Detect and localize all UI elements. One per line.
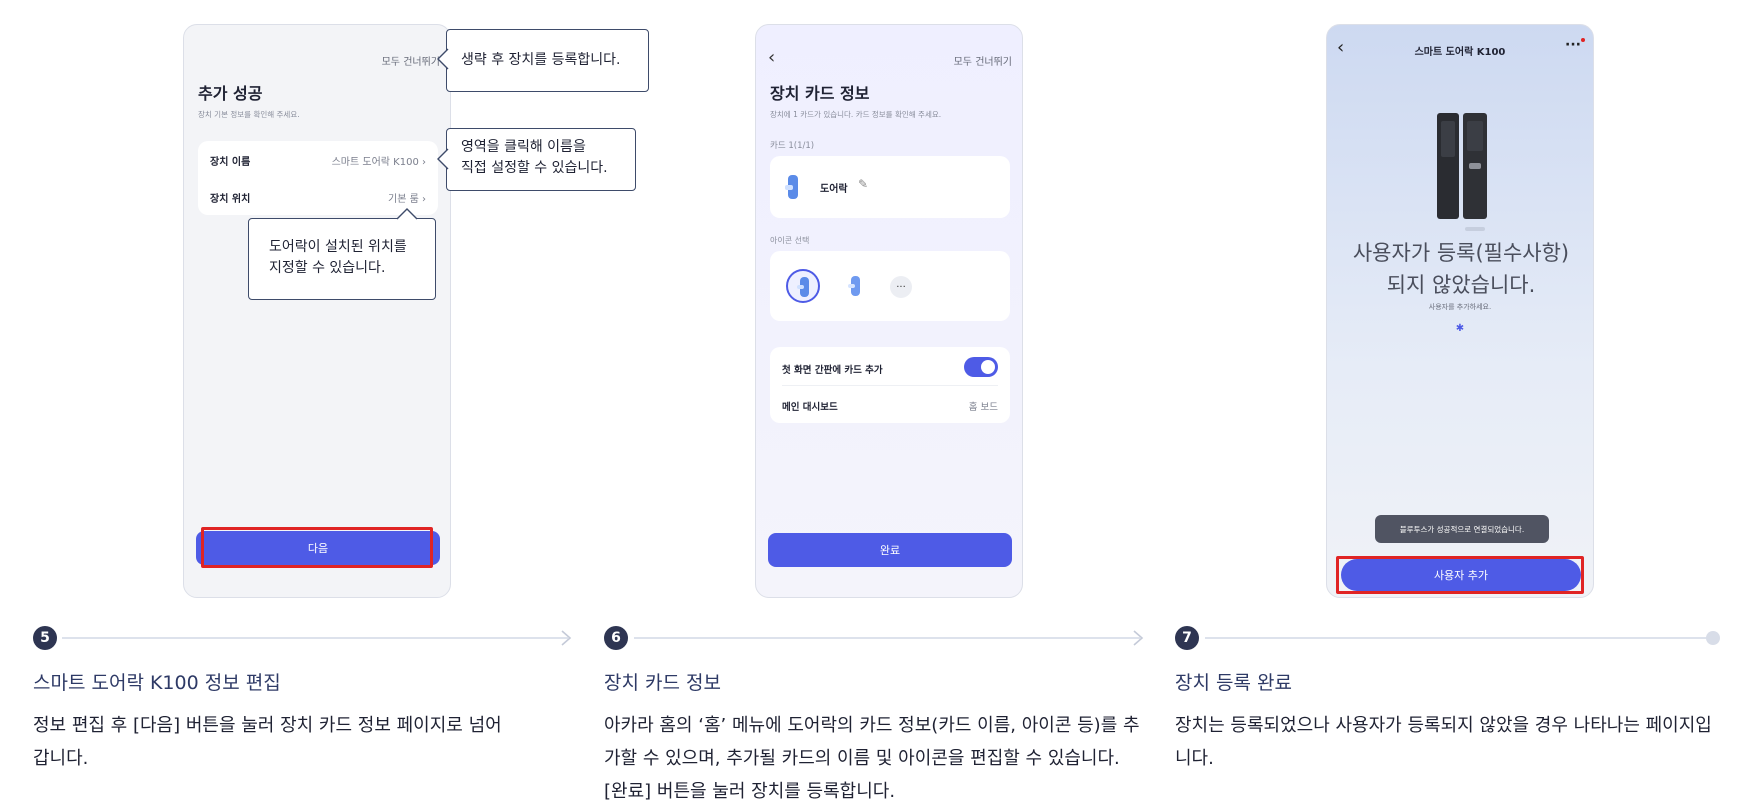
step-number-badge: 7 [1175, 626, 1199, 650]
icon-picker-card: ··· [770, 251, 1010, 321]
step-title: 장치 등록 완료 [1175, 672, 1292, 694]
add-to-home-label: 첫 화면 간판에 카드 추가 [782, 365, 883, 376]
door-lock-icon [785, 175, 798, 199]
callout-pointer-icon [437, 148, 449, 170]
page-title: 장치 카드 정보 [770, 84, 870, 103]
timeline-line [62, 637, 568, 639]
arrow-right-icon [561, 630, 572, 646]
callout-pointer-icon [396, 208, 418, 220]
icon-section-label: 아이콘 선택 [770, 236, 810, 245]
device-name-row[interactable]: 장치 이름 스마트 도어락 K100 › [210, 153, 426, 168]
more-menu-icon[interactable]: ··· [1565, 37, 1581, 53]
bluetooth-icon: ✱ [1455, 323, 1465, 334]
chevron-right-icon: › [422, 157, 426, 168]
callout-pointer-icon [437, 48, 449, 70]
icon-option[interactable] [838, 269, 872, 303]
page-subtitle: 장치 기본 정보를 확인해 주세요. [198, 110, 300, 119]
skip-all-link[interactable]: 모두 건너뛰기 [954, 53, 1012, 68]
callout-device-location: 도어락이 설치된 위치를 지정할 수 있습니다. [248, 218, 436, 300]
settings-card: 첫 화면 간판에 카드 추가 메인 대시보드 홈 보드 [770, 347, 1010, 423]
highlight-box [201, 527, 433, 568]
user-not-registered-heading: 사용자가 등록(필수사항)되지 않았습니다. [1352, 241, 1570, 297]
page-subtitle: 장치에 1 카드가 있습니다. 카드 정보를 확인해 주세요. [770, 110, 942, 119]
door-lock-product-image [1437, 113, 1487, 231]
done-button[interactable]: 완료 [768, 533, 1012, 567]
device-info-card: 장치 이름 스마트 도어락 K100 › 장치 위치 기본 룸 › [198, 141, 438, 215]
timeline-line [634, 637, 1140, 639]
card-name: 도어락 [820, 184, 848, 195]
device-title: 스마트 도어락 K100 [1414, 47, 1506, 58]
timeline-end-dot [1706, 631, 1720, 645]
callout-skip: 생략 후 장치를 등록합니다. [446, 29, 649, 92]
highlight-box [1336, 556, 1584, 594]
edit-pencil-icon[interactable]: ✎ [858, 177, 868, 191]
device-name-label: 장치 이름 [210, 157, 251, 168]
callout-device-name: 영역을 클릭해 이름을 직접 설정할 수 있습니다. [446, 128, 636, 191]
phone-screen-device-registered: ‹ 스마트 도어락 K100 ··· 사용자가 등록(필수사항)되지 않았습니다… [1326, 24, 1594, 598]
card-name-card[interactable]: 도어락 ✎ [770, 156, 1010, 218]
arrow-right-icon [1133, 630, 1144, 646]
page-title: 추가 성공 [198, 84, 263, 103]
device-location-row[interactable]: 장치 위치 기본 룸 › [210, 190, 426, 205]
toast-message: 블루투스가 성공적으로 연결되었습니다. [1375, 515, 1549, 543]
door-lock-icon [797, 277, 809, 297]
door-lock-alt-icon [848, 276, 860, 296]
step-number-badge: 6 [604, 626, 628, 650]
add-user-subtext: 사용자를 추가하세요. [1428, 303, 1492, 311]
timeline-line [1205, 637, 1713, 639]
step-description: 장치는 등록되었으나 사용자가 등록되지 않았을 경우 나타나는 페이지입니다. [1175, 715, 1712, 769]
device-name-value: 스마트 도어락 K100 [331, 157, 419, 168]
back-icon[interactable]: ‹ [768, 47, 775, 68]
dashboard-label: 메인 대시보드 [782, 402, 838, 413]
more-icons-button[interactable]: ··· [890, 276, 912, 298]
notification-dot [1581, 38, 1585, 42]
dashboard-value[interactable]: 홈 보드 [969, 399, 998, 413]
step-description: 아카라 홈의 ‘홈’ 메뉴에 도어락의 카드 정보(카드 이름, 아이콘 등)를… [604, 715, 1140, 802]
phone-screen-card-info: ‹ 모두 건너뛰기 장치 카드 정보 장치에 1 카드가 있습니다. 카드 정보… [755, 24, 1023, 598]
skip-all-link[interactable]: 모두 건너뛰기 [382, 53, 440, 68]
device-location-value: 기본 룸 [388, 194, 419, 205]
phone-screen-add-success: 모두 건너뛰기 추가 성공 장치 기본 정보를 확인해 주세요. 장치 이름 스… [183, 24, 451, 598]
step-description: 정보 편집 후 [다음] 버튼을 눌러 장치 카드 정보 페이지로 넘어갑니다. [33, 715, 502, 769]
card-count-label: 카드 1(1/1) [770, 141, 815, 151]
step-title: 장치 카드 정보 [604, 672, 721, 694]
device-location-label: 장치 위치 [210, 194, 251, 205]
add-to-home-toggle[interactable] [964, 357, 998, 377]
step-number-badge: 5 [33, 626, 57, 650]
step-title: 스마트 도어락 K100 정보 편집 [33, 672, 281, 694]
divider [782, 385, 998, 386]
chevron-right-icon: › [422, 194, 426, 205]
icon-option-selected[interactable] [786, 269, 820, 303]
